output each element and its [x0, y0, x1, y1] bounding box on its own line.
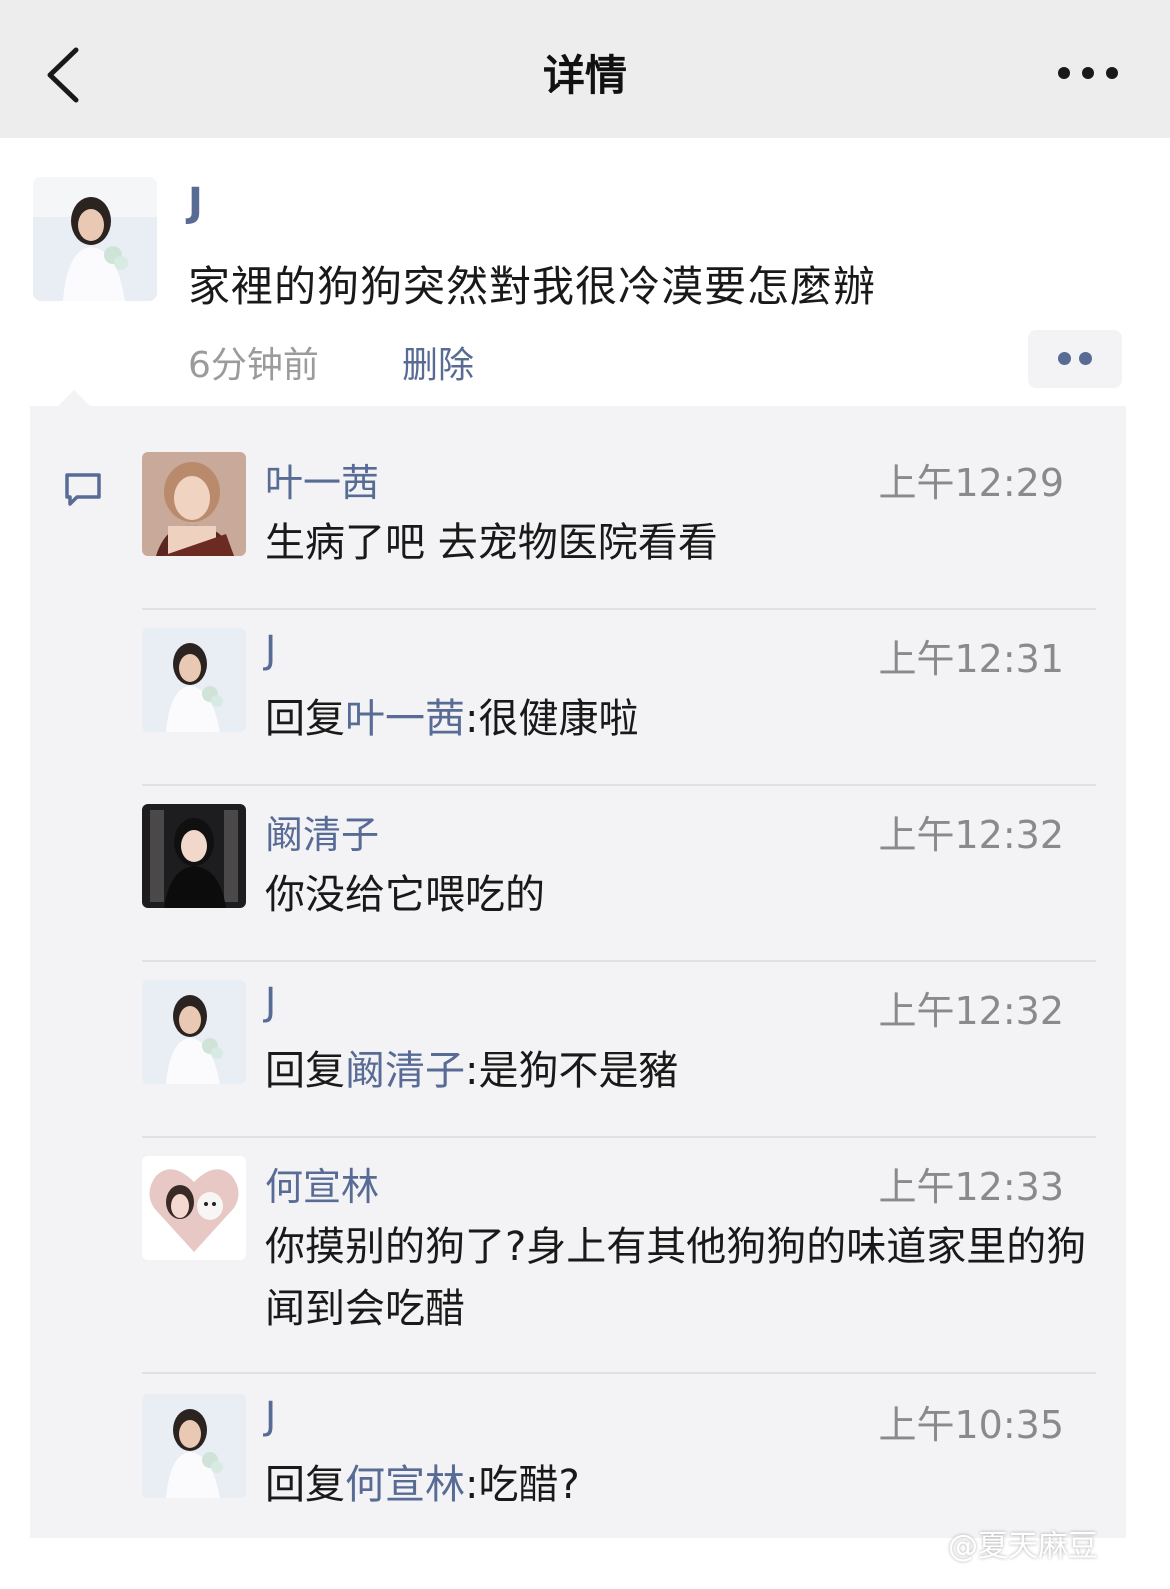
comment-text: 回复阚清子:是狗不是豬: [265, 1040, 1095, 1102]
reply-body: :是狗不是豬: [465, 1048, 679, 1094]
comment-item: J 上午12:31 回复叶一茜:很健康啦: [142, 628, 1096, 758]
comment-item: 何宣林 上午12:33 你摸别的狗了?身上有其他狗狗的味道家里的狗闻到会吃醋: [142, 1156, 1096, 1356]
comment-text: 回复何宣林:吃醋?: [265, 1454, 1095, 1516]
delete-button[interactable]: 删除: [402, 336, 474, 388]
comment-time: 上午12:32: [878, 813, 1064, 857]
comment-text: 你没给它喂吃的: [265, 872, 545, 918]
commenter-avatar[interactable]: [142, 1156, 246, 1260]
navigation-bar: 详情: [0, 0, 1170, 138]
comment-like-menu-button[interactable]: [1028, 330, 1122, 388]
commenter-avatar[interactable]: [142, 452, 246, 556]
comment-divider: [142, 608, 1096, 610]
commenter-avatar[interactable]: [142, 1394, 246, 1498]
post-content: 家裡的狗狗突然對我很冷漠要怎麼辦: [188, 262, 877, 311]
ellipsis-icon[interactable]: [1048, 50, 1128, 96]
commenter-avatar[interactable]: [142, 804, 246, 908]
comment-text: 回复叶一茜:很健康啦: [265, 688, 1095, 750]
commenter-name[interactable]: 阚清子: [265, 804, 379, 859]
comment-time: 上午12:31: [878, 637, 1064, 681]
reply-prefix: 回复: [265, 1048, 345, 1094]
reply-target-name[interactable]: 何宣林: [345, 1462, 465, 1508]
dot-icon: [1058, 352, 1071, 365]
watermark-signature: @夏天麻豆: [948, 1529, 1098, 1564]
comment-text: 你摸别的狗了?身上有其他狗狗的味道家里的狗闻到会吃醋: [265, 1224, 1087, 1332]
comment-text: 生病了吧 去宠物医院看看: [265, 520, 718, 566]
commenter-name[interactable]: J: [265, 980, 276, 1024]
comment-time: 上午12:33: [878, 1165, 1064, 1209]
comment-item: J 上午10:35 回复何宣林:吃醋?: [142, 1394, 1096, 1524]
comment-divider: [142, 1136, 1096, 1138]
dot-icon: [1079, 352, 1092, 365]
reply-target-name[interactable]: 阚清子: [345, 1048, 465, 1094]
comment-item: 阚清子 上午12:32 你没给它喂吃的: [142, 804, 1096, 934]
comment-item: J 上午12:32 回复阚清子:是狗不是豬: [142, 980, 1096, 1110]
panel-pointer: [58, 390, 90, 406]
reply-prefix: 回复: [265, 696, 345, 742]
reply-target-name[interactable]: 叶一茜: [345, 696, 465, 742]
commenter-name[interactable]: 叶一茜: [265, 452, 379, 507]
commenter-name[interactable]: J: [265, 1394, 276, 1438]
commenter-avatar[interactable]: [142, 628, 246, 732]
commenter-name[interactable]: 何宣林: [265, 1156, 379, 1211]
page-title: 详情: [542, 51, 627, 100]
post-author-avatar[interactable]: [33, 177, 157, 301]
comment-icon: [62, 470, 104, 510]
comment-divider: [142, 784, 1096, 786]
commenter-avatar[interactable]: [142, 980, 246, 1084]
reply-prefix: 回复: [265, 1462, 345, 1508]
post-author-name[interactable]: J: [188, 180, 203, 226]
comment-divider: [142, 1372, 1096, 1374]
reply-body: :吃醋?: [465, 1462, 580, 1508]
comment-time: 上午12:32: [878, 989, 1064, 1033]
comment-time: 上午10:35: [878, 1403, 1064, 1447]
comment-divider: [142, 960, 1096, 962]
reply-body: :很健康啦: [465, 696, 639, 742]
comment-item: 叶一茜 上午12:29 生病了吧 去宠物医院看看: [142, 452, 1096, 582]
commenter-name[interactable]: J: [265, 628, 276, 672]
post-timestamp: 6分钟前: [188, 345, 319, 386]
comment-time: 上午12:29: [878, 461, 1064, 505]
